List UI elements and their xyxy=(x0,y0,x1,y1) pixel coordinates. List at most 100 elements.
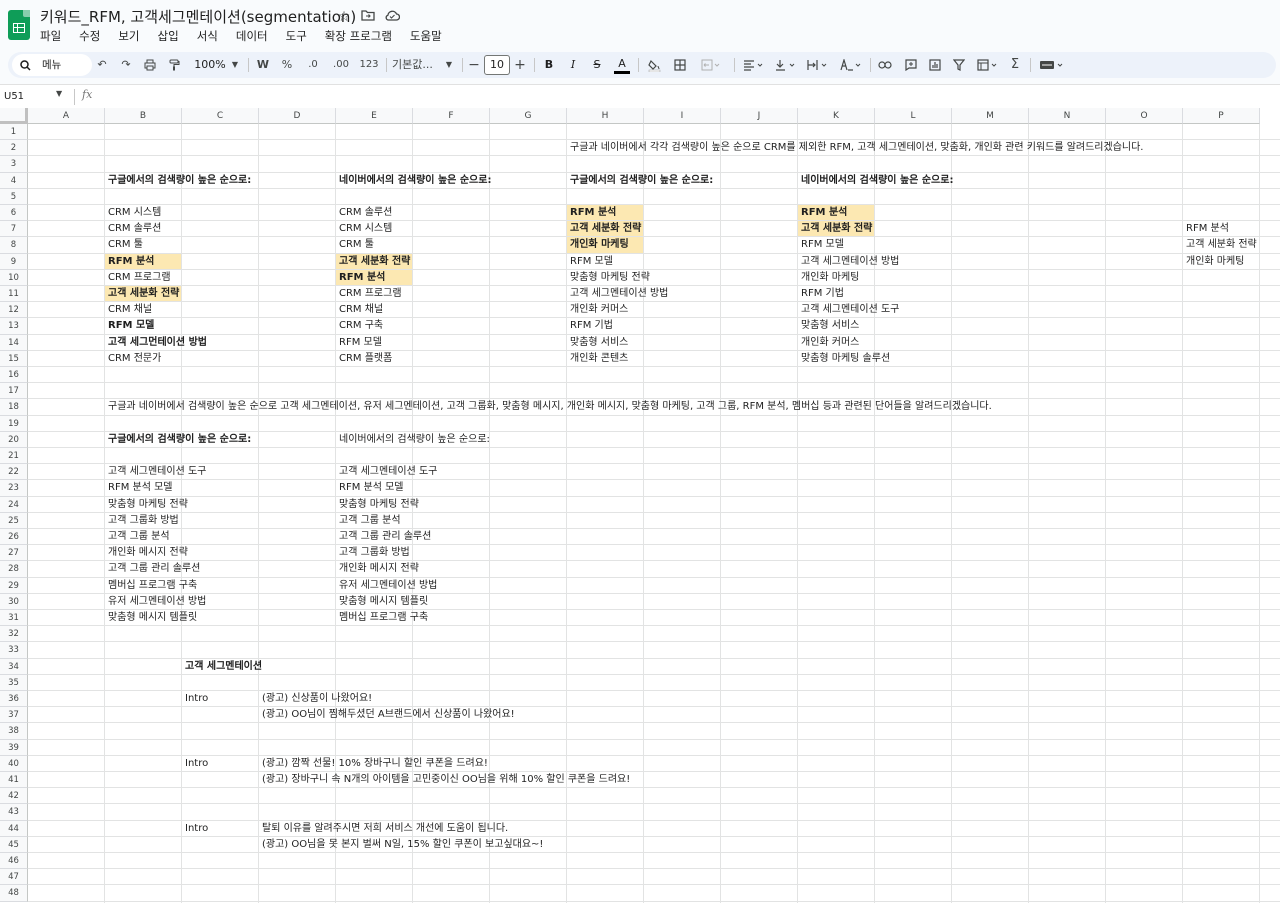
cell-H13[interactable]: RFM 기법 xyxy=(567,318,613,334)
row-header[interactable]: 28 xyxy=(0,561,28,578)
row-header[interactable]: 14 xyxy=(0,334,28,351)
row-header[interactable]: 43 xyxy=(0,804,28,821)
font-size-decrease-icon[interactable]: − xyxy=(468,52,480,78)
menu-item[interactable]: 서식 xyxy=(191,27,224,45)
column-header[interactable]: P xyxy=(1183,108,1260,124)
row-header[interactable]: 6 xyxy=(0,205,28,222)
cell-P7[interactable]: RFM 분석 xyxy=(1183,221,1229,237)
row-header[interactable]: 26 xyxy=(0,529,28,546)
cell-B6[interactable]: CRM 시스템 xyxy=(105,205,161,221)
row-header[interactable]: 20 xyxy=(0,431,28,448)
cell-B18[interactable]: 구글과 네이버에서 검색량이 높은 순으로 고객 세그멘테이션, 유저 세그멘테… xyxy=(105,399,992,415)
cell-B25[interactable]: 고객 그룹화 방법 xyxy=(105,513,179,529)
cell-P8[interactable]: 고객 세분화 전략 xyxy=(1183,237,1257,253)
cell-B20[interactable]: 구글에서의 검색량이 높은 순으로: xyxy=(105,432,251,448)
menu-item[interactable]: 파일 xyxy=(34,27,67,45)
row-header[interactable]: 40 xyxy=(0,755,28,772)
insert-link-icon[interactable] xyxy=(876,52,894,78)
column-header[interactable]: G xyxy=(490,108,567,124)
row-header[interactable]: 23 xyxy=(0,480,28,497)
merge-cells-icon[interactable] xyxy=(698,52,724,78)
row-header[interactable]: 13 xyxy=(0,318,28,335)
row-header[interactable]: 2 xyxy=(0,140,28,157)
font-size-increase-icon[interactable]: + xyxy=(514,52,526,78)
column-header[interactable]: F xyxy=(413,108,490,124)
paint-format-icon[interactable] xyxy=(166,52,182,78)
text-rotation-icon[interactable] xyxy=(836,52,866,78)
fill-color-icon[interactable] xyxy=(646,52,662,78)
font-size-input[interactable]: 10 xyxy=(484,55,510,75)
row-header[interactable]: 5 xyxy=(0,188,28,205)
sheet-grid[interactable]: A B C D E F G H I J K L M N O P 1 2 3 4 5 6 7 8 9 10 11 12 13 14 15 16 1… xyxy=(0,108,1280,903)
column-header[interactable]: N xyxy=(1029,108,1106,124)
cloud-icon[interactable] xyxy=(384,9,401,25)
cell-D37[interactable]: (광고) OO님이 찜해두셨던 A브랜드에서 신상품이 나왔어요! xyxy=(259,707,515,723)
cell-B22[interactable]: 고객 세그멘테이션 도구 xyxy=(105,464,206,480)
menu-item[interactable]: 확장 프로그램 xyxy=(319,27,398,45)
number-format-button[interactable]: 123 xyxy=(358,52,380,78)
cell-B24[interactable]: 맞춤형 마케팅 전략 xyxy=(105,497,188,513)
row-header[interactable]: 11 xyxy=(0,286,28,303)
cell-B30[interactable]: 유저 세그멘테이션 방법 xyxy=(105,594,206,610)
strikethrough-button[interactable]: S xyxy=(590,52,604,78)
row-header[interactable]: 25 xyxy=(0,512,28,529)
cell-E22[interactable]: 고객 세그멘테이션 도구 xyxy=(336,464,437,480)
row-header[interactable]: 27 xyxy=(0,545,28,562)
print-icon[interactable] xyxy=(142,52,158,78)
row-header[interactable]: 9 xyxy=(0,253,28,270)
cell-B29[interactable]: 멤버십 프로그램 구축 xyxy=(105,578,197,594)
currency-format-button[interactable]: W xyxy=(256,52,270,78)
cell-E24[interactable]: 맞춤형 마케팅 전략 xyxy=(336,497,419,513)
column-header[interactable]: J xyxy=(721,108,798,124)
cell-H10[interactable]: 맞춤형 마케팅 전략 xyxy=(567,270,650,286)
cell-B7[interactable]: CRM 솔루션 xyxy=(105,221,161,237)
cell-D45[interactable]: (광고) OO님을 못 본지 벌써 N일, 15% 할인 쿠폰이 보고싶대요~! xyxy=(259,837,543,853)
cell-E20[interactable]: 네이버에서의 검색량이 높은 순으로: xyxy=(336,432,490,448)
borders-icon[interactable] xyxy=(672,52,688,78)
cell-E6[interactable]: CRM 솔루션 xyxy=(336,205,392,221)
name-box-chevron-down-icon[interactable]: ▼ xyxy=(56,89,62,98)
column-header[interactable]: E xyxy=(336,108,413,124)
cell-K4[interactable]: 네이버에서의 검색량이 높은 순으로: xyxy=(798,173,953,189)
column-header[interactable]: O xyxy=(1106,108,1183,124)
column-header[interactable]: D xyxy=(259,108,336,124)
column-header[interactable]: B xyxy=(105,108,182,124)
decimal-increase-button[interactable]: .00 xyxy=(330,52,352,78)
cell-B12[interactable]: CRM 채널 xyxy=(105,302,152,318)
row-header[interactable]: 39 xyxy=(0,739,28,756)
cell-B28[interactable]: 고객 그룹 관리 솔루션 xyxy=(105,561,200,577)
cell-K14[interactable]: 개인화 커머스 xyxy=(798,335,859,351)
row-header[interactable]: 24 xyxy=(0,496,28,513)
row-header[interactable]: 46 xyxy=(0,853,28,870)
cell-P9[interactable]: 개인화 마케팅 xyxy=(1183,254,1244,270)
row-header[interactable]: 4 xyxy=(0,172,28,189)
cell-E11[interactable]: CRM 프로그램 xyxy=(336,286,402,302)
column-header[interactable]: A xyxy=(28,108,105,124)
row-header[interactable]: 10 xyxy=(0,269,28,286)
insert-chart-icon[interactable] xyxy=(926,52,944,78)
cell-K8[interactable]: RFM 모델 xyxy=(798,237,844,253)
row-header[interactable]: 16 xyxy=(0,367,28,384)
redo-icon[interactable]: ↷ xyxy=(118,52,134,78)
cell-H15[interactable]: 개인화 콘텐츠 xyxy=(567,351,628,367)
cell-E31[interactable]: 멤버십 프로그램 구축 xyxy=(336,610,428,626)
cell-H9[interactable]: RFM 모델 xyxy=(567,254,613,270)
menu-item[interactable]: 보기 xyxy=(112,27,145,45)
cell-B27[interactable]: 개인화 메시지 전략 xyxy=(105,545,188,561)
row-header[interactable]: 48 xyxy=(0,885,28,902)
menu-item[interactable]: 도움말 xyxy=(404,27,448,45)
cell-E14[interactable]: RFM 모델 xyxy=(336,335,382,351)
cell-H7[interactable]: 고객 세분화 전략 xyxy=(567,221,641,237)
cell-E28[interactable]: 개인화 메시지 전략 xyxy=(336,561,419,577)
italic-button[interactable]: I xyxy=(566,52,580,78)
row-header[interactable]: 30 xyxy=(0,593,28,610)
cell-C36[interactable]: Intro xyxy=(182,691,208,707)
filter-views-icon[interactable] xyxy=(974,52,1002,78)
cell-E25[interactable]: 고객 그룹 분석 xyxy=(336,513,401,529)
percent-format-button[interactable]: % xyxy=(280,52,294,78)
cell-H11[interactable]: 고객 세그멘테이션 방법 xyxy=(567,286,668,302)
cell-K11[interactable]: RFM 기법 xyxy=(798,286,844,302)
cell-E26[interactable]: 고객 그룹 관리 솔루션 xyxy=(336,529,431,545)
cell-K15[interactable]: 맞춤형 마케팅 솔루션 xyxy=(798,351,890,367)
zoom-select[interactable]: 100% xyxy=(190,52,230,78)
